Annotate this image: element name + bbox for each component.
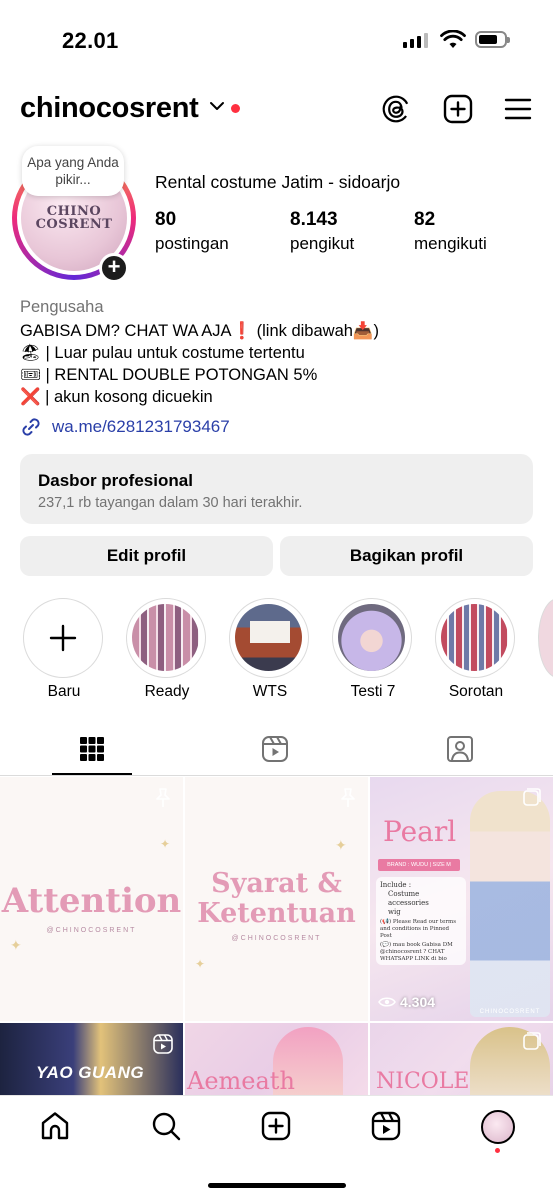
highlight-label: Baru xyxy=(47,683,81,700)
notification-dot xyxy=(495,1148,500,1153)
highlight-partial[interactable] xyxy=(538,598,553,678)
link-icon xyxy=(22,418,40,436)
bio-line: 🏖 | Luar pulau untuk costume tertentu xyxy=(20,344,305,362)
highlight-new[interactable]: Baru xyxy=(23,598,105,701)
bio-line: ❌ | akun kosong dicuekin xyxy=(20,388,213,406)
post-tile-attention[interactable]: Attention @CHINOCOSRENT ✦ ✦ xyxy=(0,777,183,1021)
share-profile-button[interactable]: Bagikan profil xyxy=(280,536,533,576)
highlight-label: Sorotan xyxy=(448,683,504,700)
sparkle-icon: ✦ xyxy=(160,837,171,851)
pin-icon xyxy=(341,788,355,807)
tile-title: Attention xyxy=(1,881,182,921)
tile-title: Pearl xyxy=(383,815,457,848)
carousel-icon xyxy=(523,1032,541,1050)
carousel-icon xyxy=(523,788,541,806)
search-icon[interactable] xyxy=(150,1110,182,1142)
post-tile-nicole[interactable]: NICOLE xyxy=(370,1023,553,1103)
home-icon[interactable] xyxy=(39,1110,71,1142)
status-time: 22.01 xyxy=(62,28,119,53)
tile-brand: BRAND : WUDU | SIZE M xyxy=(378,859,460,871)
followers-count[interactable]: 8.143 xyxy=(290,209,338,231)
highlight-sorotan[interactable]: Sorotan xyxy=(435,598,517,701)
professional-dashboard[interactable]: Dasbor profesional 237,1 rb tayangan dal… xyxy=(20,454,533,524)
cellular-signal-icon xyxy=(403,33,428,48)
tile-include-item: Costume xyxy=(388,890,420,898)
sparkle-icon: ✦ xyxy=(335,837,347,853)
edit-profile-button[interactable]: Edit profil xyxy=(20,536,273,576)
pin-icon xyxy=(156,788,170,807)
create-icon[interactable] xyxy=(260,1110,292,1142)
tagged-tab-icon[interactable] xyxy=(446,735,474,763)
add-story-icon[interactable]: + xyxy=(99,253,129,283)
highlight-label: Testi 7 xyxy=(350,683,396,700)
highlight-ready[interactable]: Ready xyxy=(126,598,208,701)
reels-icon[interactable] xyxy=(370,1110,402,1142)
sparkle-icon: ✦ xyxy=(195,957,206,971)
threads-icon[interactable] xyxy=(381,94,411,124)
tile-include-item: accessories xyxy=(388,899,429,907)
highlight-wts[interactable]: WTS xyxy=(229,598,311,701)
profile-nav-avatar[interactable] xyxy=(481,1110,515,1144)
tile-title-line1: Syarat & xyxy=(211,868,342,899)
tile-title: NICOLE xyxy=(376,1069,470,1094)
plus-icon xyxy=(49,624,77,652)
tile-title: Aemeath xyxy=(187,1067,295,1095)
tile-include-label: Include : xyxy=(380,881,412,889)
home-indicator xyxy=(208,1183,346,1188)
dashboard-title: Dasbor profesional xyxy=(38,471,193,490)
display-name: Rental costume Jatim - sidoarjo xyxy=(155,172,401,192)
reel-icon xyxy=(153,1034,173,1054)
following-count[interactable]: 82 xyxy=(414,209,435,231)
tab-divider xyxy=(0,775,553,776)
tile-title: YAO GUANG xyxy=(36,1063,145,1082)
bio-link[interactable]: wa.me/6281231793467 xyxy=(20,416,230,438)
notification-dot xyxy=(231,104,240,113)
tile-views: 4.304 xyxy=(400,994,436,1010)
character-image xyxy=(470,791,550,1017)
tile-handle: @CHINOCOSRENT xyxy=(231,935,322,942)
menu-icon[interactable] xyxy=(503,94,533,124)
bio-link-text[interactable]: wa.me/6281231793467 xyxy=(52,417,230,437)
tile-handle: CHINOCOSRENT xyxy=(479,1009,541,1015)
highlight-testi[interactable]: Testi 7 xyxy=(332,598,414,701)
post-tile-yao-guang[interactable]: YAO GUANG xyxy=(0,1023,183,1103)
bio-line: GABISA DM? CHAT WA AJA❗️ (link dibawah📥) xyxy=(20,322,379,340)
reels-tab-icon[interactable] xyxy=(261,735,289,763)
note-bubble[interactable]: Apa yang Anda pikir... xyxy=(22,146,124,196)
create-post-icon[interactable] xyxy=(443,94,473,124)
post-tile-pearl[interactable]: Pearl BRAND : WUDU | SIZE M Include : Co… xyxy=(370,777,553,1021)
tile-note: (📢) Please Read our terms and conditions… xyxy=(380,919,457,939)
dashboard-subtitle: 237,1 rb tayangan dalam 30 hari terakhir… xyxy=(38,495,303,511)
battery-icon xyxy=(475,31,510,48)
avatar-logo: CHINO COSRENT xyxy=(35,204,113,232)
wifi-icon xyxy=(440,30,466,48)
posts-label[interactable]: postingan xyxy=(155,234,229,254)
followers-label[interactable]: pengikut xyxy=(290,234,354,254)
bio-line: 🎟 | RENTAL DOUBLE POTONGAN 5% xyxy=(20,366,318,384)
tile-include-item: wig xyxy=(388,908,401,916)
views-icon xyxy=(378,997,396,1007)
post-tile-aemeath[interactable]: Aemeath xyxy=(185,1023,368,1103)
post-tile-terms[interactable]: Syarat & Ketentuan @CHINOCOSRENT ✦ ✦ xyxy=(185,777,368,1021)
sparkle-icon: ✦ xyxy=(10,937,22,953)
tile-title-line2: Ketentuan xyxy=(197,898,356,929)
tile-handle: @CHINOCOSRENT xyxy=(46,927,137,934)
account-username[interactable]: chinocosrent xyxy=(20,92,199,125)
chevron-down-icon[interactable] xyxy=(209,100,225,112)
profile-category: Pengusaha xyxy=(20,298,104,316)
highlight-label: WTS xyxy=(252,683,288,700)
grid-tab-icon[interactable] xyxy=(78,735,106,763)
tile-note: (💬) mau book Gabisa DM @chinocosrent ? C… xyxy=(380,942,453,962)
following-label[interactable]: mengikuti xyxy=(414,234,487,254)
posts-count[interactable]: 80 xyxy=(155,209,176,231)
highlight-label: Ready xyxy=(144,683,190,700)
